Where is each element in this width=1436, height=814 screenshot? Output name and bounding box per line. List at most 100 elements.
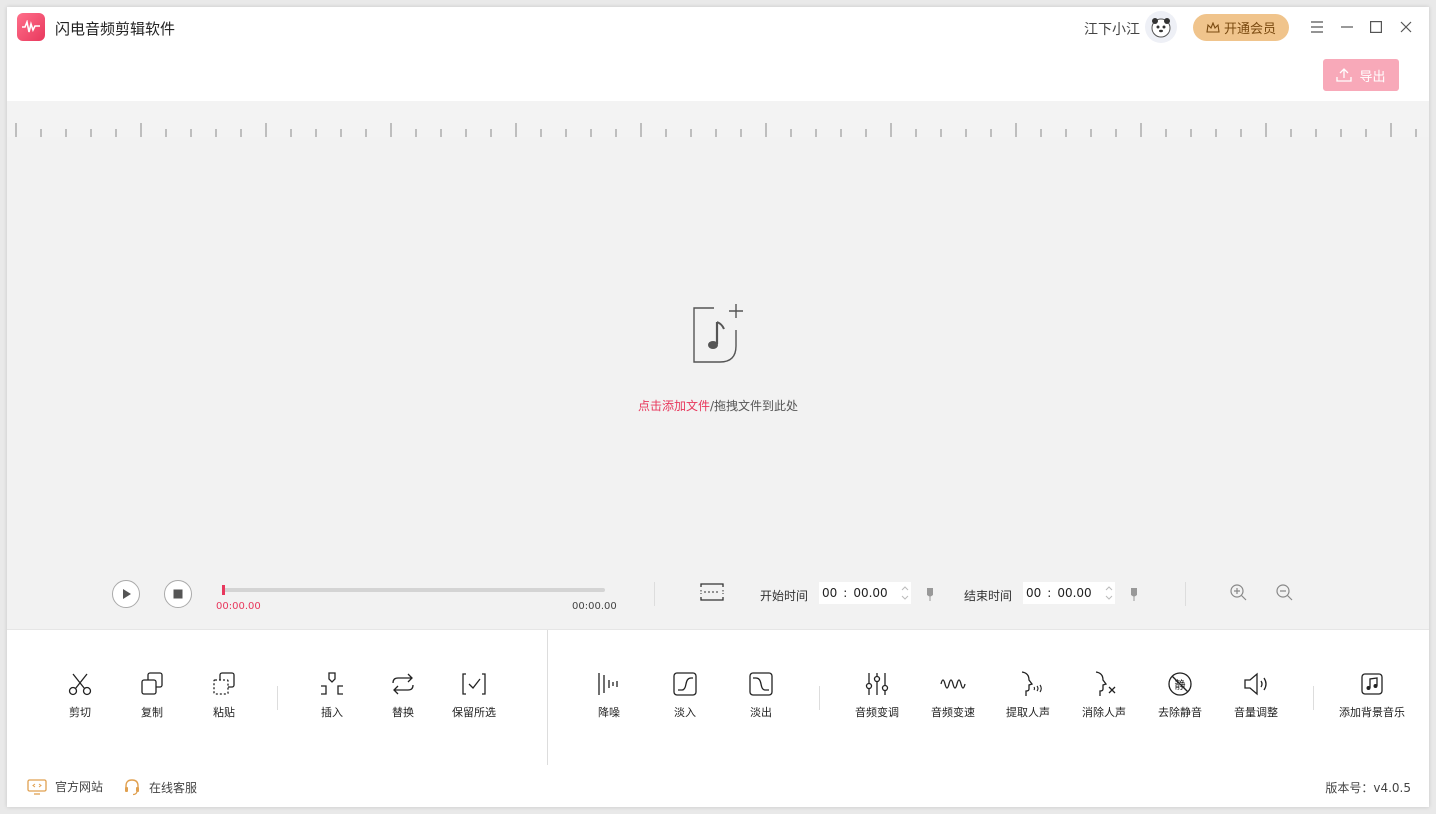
replace-label: 替换 [392,706,414,719]
copy-icon [141,672,163,695]
total-time: 00:00.00 [572,601,617,612]
app-window: 闪电音频剪辑软件 江下小江 开通会员 导出 点击添加文件/拖拽文件到此处 00:… [7,7,1429,807]
divider [654,582,655,606]
version-value: v4.0.5 [1373,781,1411,795]
equalizer-icon [865,673,889,695]
remove-silence-label: 去除静音 [1158,706,1202,719]
end-time-input[interactable]: 00 : 00.00 [1023,582,1115,604]
start-time-input[interactable]: 00 : 00.00 [819,582,911,604]
maximize-icon[interactable] [1367,18,1385,36]
add-file-hint: 点击添加文件/拖拽文件到此处 [7,397,1429,414]
version-label: 版本号： [1325,781,1374,795]
mute-icon: 静 [1168,672,1192,696]
fade-in-label: 淡入 [674,706,696,719]
paste-icon [213,672,235,695]
end-sec[interactable]: 00.00 [1057,586,1091,600]
denoise-tool[interactable]: 降噪 [574,670,644,720]
cut-tool[interactable]: 剪切 [45,670,115,720]
avatar[interactable] [1145,11,1177,43]
spinner-icon[interactable] [901,584,909,602]
drop-area[interactable]: 点击添加文件/拖拽文件到此处 [7,137,1429,561]
vip-label: 开通会员 [1223,22,1276,37]
play-icon [123,589,131,599]
paste-tool[interactable]: 粘贴 [189,670,259,720]
support-link[interactable]: 在线客服 [123,778,197,796]
spinner-icon[interactable] [1105,584,1113,602]
close-icon[interactable] [1397,18,1415,36]
denoise-label: 降噪 [598,706,620,719]
fade-out-label: 淡出 [750,706,772,719]
add-file-link[interactable]: 点击添加文件 [638,399,710,413]
pitch-tool[interactable]: 音频变调 [842,670,912,720]
start-min[interactable]: 00 [822,586,837,600]
title-bar: 闪电音频剪辑软件 江下小江 开通会员 [7,7,1429,48]
timeline-ruler [7,101,1429,137]
support-label: 在线客服 [149,780,198,795]
headset-icon [125,779,139,796]
panel-divider [547,630,548,766]
version-info: 版本号：v4.0.5 [1325,779,1411,796]
fade-out-tool[interactable]: 淡出 [726,670,796,720]
footer: 官方网站 在线客服 版本号：v4.0.5 [7,765,1429,807]
tool-panel: 剪切 复制 粘贴 插入 替换 保留所选 降噪 淡入 淡出 音频变调 音频变速 提… [7,629,1429,767]
fade-in-tool[interactable]: 淡入 [650,670,720,720]
pin-end-icon[interactable] [1130,587,1138,601]
music-note-icon [1361,673,1383,695]
volume-tool[interactable]: 音量调整 [1221,670,1291,720]
divider [1185,582,1186,606]
progress-track[interactable] [223,588,605,592]
play-button[interactable] [112,580,140,608]
copy-label: 复制 [141,706,163,719]
voice-extract-icon [1021,671,1042,696]
scissors-icon [68,673,92,696]
menu-icon[interactable] [1308,18,1326,36]
tool-divider [819,686,820,710]
remove-voice-tool[interactable]: 消除人声 [1069,670,1139,720]
keep-label: 保留所选 [452,706,496,719]
vip-button[interactable]: 开通会员 [1193,14,1289,41]
copy-tool[interactable]: 复制 [117,670,187,720]
end-min[interactable]: 00 [1026,586,1041,600]
user-name[interactable]: 江下小江 [1084,19,1140,39]
replace-tool[interactable]: 替换 [368,670,438,720]
upload-icon [1336,68,1353,82]
playback-bar: 00:00.00 00:00.00 开始时间 00 : 00.00 结束时间 0… [7,561,1429,629]
website-label: 官方网站 [55,780,104,794]
end-time-label: 结束时间 [964,589,1013,603]
start-time-label: 开始时间 [760,589,809,603]
tool-divider [277,686,278,710]
zoom-in-icon[interactable] [1229,583,1247,601]
stop-icon [173,589,183,599]
insert-icon [321,672,343,695]
pin-start-icon[interactable] [926,587,934,601]
progress-handle[interactable] [222,585,225,595]
add-music-file-icon[interactable] [690,302,750,372]
remove-voice-label: 消除人声 [1082,706,1126,719]
speed-tool[interactable]: 音频变速 [918,670,988,720]
select-range-icon[interactable] [700,583,724,601]
tool-divider [1313,686,1314,710]
monitor-icon [27,778,47,795]
stop-button[interactable] [164,580,192,608]
volume-label: 音量调整 [1234,706,1278,719]
extract-voice-label: 提取人声 [1006,706,1050,719]
keep-selection-tool[interactable]: 保留所选 [439,670,509,720]
fade-out-icon [749,672,773,696]
app-logo-icon [17,13,45,41]
website-link[interactable]: 官方网站 [27,778,103,795]
fade-in-icon [673,672,697,696]
cut-label: 剪切 [69,706,91,719]
denoise-icon [598,673,618,695]
export-button[interactable]: 导出 [1323,59,1399,91]
speed-label: 音频变速 [931,706,975,719]
insert-tool[interactable]: 插入 [297,670,367,720]
extract-voice-tool[interactable]: 提取人声 [993,670,1063,720]
remove-silence-tool[interactable]: 静 去除静音 [1145,670,1215,720]
insert-label: 插入 [321,706,343,719]
minimize-icon[interactable] [1338,18,1356,36]
speaker-icon [1244,672,1267,696]
zoom-out-icon[interactable] [1275,583,1293,601]
pitch-label: 音频变调 [855,706,899,719]
add-bgm-tool[interactable]: 添加背景音乐 [1337,670,1407,720]
start-sec[interactable]: 00.00 [853,586,887,600]
